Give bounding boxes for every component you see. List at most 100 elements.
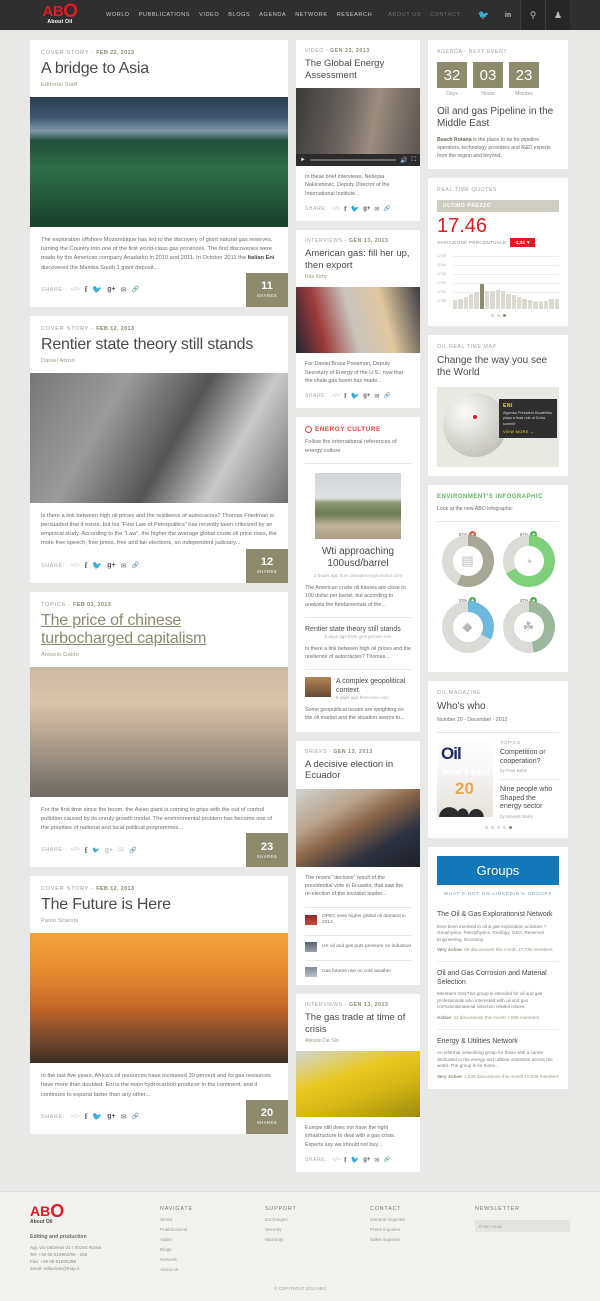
footer-link[interactable]: Warranty — [265, 1237, 370, 1242]
brief-title[interactable]: Gas futures rise on cold weather — [322, 969, 391, 976]
newsletter-input[interactable]: Enter email — [475, 1220, 570, 1233]
footer-logo[interactable]: AB O — [30, 1202, 160, 1220]
embed-code-icon[interactable]: </> — [332, 206, 340, 212]
googleplus-icon[interactable]: g+ — [107, 1113, 115, 1120]
article-card[interactable]: TOPICS - Feb 03, 2013 The price of chine… — [30, 591, 288, 868]
nav-item-network[interactable]: NETWORK — [295, 12, 327, 18]
carousel-dot[interactable] — [502, 825, 506, 829]
group-item[interactable]: Energy & Utilities Network An informal n… — [437, 1028, 559, 1081]
facebook-icon[interactable]: f — [85, 285, 88, 294]
energy-culture-item[interactable]: A complex geopolitical context 9 days ag… — [296, 677, 420, 722]
email-icon[interactable]: ✉ — [374, 206, 379, 213]
group-title[interactable]: The Oil & Gas Explorationist Network — [437, 911, 559, 920]
googleplus-icon[interactable]: g+ — [363, 393, 370, 399]
carousel-dots[interactable] — [437, 825, 559, 829]
embed-code-icon[interactable]: </> — [332, 1157, 340, 1163]
nav-item-agenda[interactable]: AGENDA — [259, 12, 286, 18]
footer-link[interactable]: Network — [160, 1257, 265, 1262]
article-title[interactable]: The price of chinese turbocharged capita… — [41, 612, 277, 648]
embed-code-icon[interactable]: </> — [71, 563, 80, 569]
embed-code-icon[interactable]: </> — [71, 287, 80, 293]
twitter-icon[interactable]: 🐦 — [472, 0, 496, 30]
brief-title[interactable]: OPEC sees higher global oil demand in 20… — [322, 914, 411, 927]
footer-link[interactable]: World — [160, 1217, 265, 1222]
entry-title[interactable]: Competition or cooperation? — [500, 749, 559, 766]
embed-code-icon[interactable]: </> — [71, 1114, 80, 1120]
map-pin-icon[interactable] — [473, 415, 477, 419]
video-progress-track[interactable] — [309, 159, 397, 161]
footer-link[interactable]: Video — [160, 1237, 265, 1242]
twitter-icon[interactable]: 🐦 — [351, 392, 360, 400]
carousel-dot[interactable] — [490, 825, 494, 829]
facebook-icon[interactable]: f — [85, 1112, 88, 1121]
meta-source[interactable]: georgetown.edu — [359, 634, 392, 639]
interview-card[interactable]: INTERVIEWS - Gen 13, 2013 American gas: … — [296, 230, 420, 409]
video-player-controls[interactable]: ► 🔊 ⛶ — [296, 154, 420, 166]
carousel-dot-active[interactable] — [508, 825, 512, 829]
nav-item-research[interactable]: RESEARCH — [337, 12, 372, 18]
facebook-icon[interactable]: f — [344, 392, 346, 400]
facebook-icon[interactable]: f — [344, 205, 346, 213]
play-icon[interactable]: ► — [300, 157, 306, 163]
twitter-icon[interactable]: 🐦 — [92, 1112, 102, 1121]
brief-list-item[interactable]: UK oil and gas puts pressure on industri… — [296, 942, 420, 953]
email-icon[interactable]: ✉ — [121, 1113, 127, 1121]
footer-link[interactable]: Sales inquiries — [370, 1237, 475, 1242]
entry-title[interactable]: Nine people who Shaped the energy sector — [500, 786, 559, 812]
footer-link[interactable]: Exchanges — [265, 1217, 370, 1222]
brief-title[interactable]: UK oil and gas puts pressure on industri… — [322, 944, 411, 951]
footer-link[interactable]: Pubblications — [160, 1227, 265, 1232]
event-title[interactable]: Oil and gas Pipeline in the Middle East — [437, 106, 559, 130]
link-icon[interactable]: 🔗 — [383, 393, 390, 399]
magazine-title[interactable]: Who's who — [437, 701, 559, 713]
footer-link[interactable]: General inquiries — [370, 1217, 475, 1222]
linkedin-icon[interactable]: in — [496, 0, 520, 30]
article-title[interactable]: Rentier state theory still stands — [41, 336, 277, 354]
nav-item-about-us[interactable]: ABOUT US — [388, 12, 421, 18]
twitter-icon[interactable]: 🐦 — [351, 205, 360, 213]
video-thumbnail[interactable] — [296, 88, 420, 154]
googleplus-icon[interactable]: g+ — [105, 847, 113, 854]
meta-source[interactable]: oilandenergyinvestor.com — [350, 573, 402, 578]
googleplus-icon[interactable]: g+ — [107, 562, 115, 569]
group-title[interactable]: Oil and Gas Corrosion and Material Selec… — [437, 970, 559, 987]
facebook-icon[interactable]: f — [85, 561, 88, 570]
nav-item-contact[interactable]: CONTACT — [430, 12, 460, 18]
meta-source[interactable]: time.com — [370, 695, 389, 700]
item-title[interactable]: Rentier state theory still stands — [296, 625, 420, 634]
carousel-dot[interactable] — [496, 825, 500, 829]
card-title[interactable]: American gas: fill her up, then export — [305, 248, 411, 271]
email-icon[interactable]: ✉ — [121, 562, 127, 570]
interview-card[interactable]: INTERVIEWS - Gen 13, 2013 The gas trade … — [296, 994, 420, 1173]
carousel-dot[interactable] — [484, 825, 488, 829]
googleplus-icon[interactable]: g+ — [363, 206, 370, 212]
card-title[interactable]: The Global Energy Assessment — [305, 58, 411, 81]
carousel-dot-active[interactable] — [502, 314, 506, 317]
googleplus-icon[interactable]: g+ — [107, 286, 115, 293]
globe-map[interactable]: ENI Algerian President Bouteflika plays … — [437, 387, 559, 467]
googleplus-icon[interactable]: g+ — [363, 1157, 370, 1163]
item-title[interactable]: A complex geopolitical context — [336, 677, 411, 695]
group-item[interactable]: The Oil & Gas Explorationist Network Eve… — [437, 903, 559, 954]
article-card[interactable]: COVER STORY - Feb 22, 2013 A bridge to A… — [30, 40, 288, 307]
link-icon[interactable]: 🔗 — [132, 286, 139, 293]
volume-icon[interactable]: 🔊 — [400, 157, 407, 164]
quote-tab-label[interactable]: ULTIMO PREZZO — [437, 200, 559, 212]
email-icon[interactable]: ✉ — [118, 846, 124, 854]
nav-item-pubblications[interactable]: PUBBLICATIONS — [139, 12, 191, 18]
email-icon[interactable]: ✉ — [374, 393, 379, 400]
nav-item-world[interactable]: WORLD — [106, 12, 130, 18]
tooltip-view-more-link[interactable]: VIEW MORE → — [503, 430, 553, 434]
link-icon[interactable]: 🔗 — [383, 1157, 390, 1163]
twitter-icon[interactable]: 🐦 — [92, 847, 99, 854]
card-title[interactable]: The gas trade at time of crisis — [305, 1012, 411, 1035]
embed-code-icon[interactable]: </> — [332, 393, 340, 399]
nav-item-video[interactable]: VIDEO — [199, 12, 219, 18]
nav-item-blogs[interactable]: BLOGS — [228, 12, 250, 18]
energy-culture-lead-title[interactable]: Wti approaching 100usd/barrel — [296, 539, 420, 570]
article-card[interactable]: COVER STORY - Feb 12, 2013 The Future is… — [30, 876, 288, 1134]
footer-link[interactable]: Blogs — [160, 1247, 265, 1252]
group-item[interactable]: Oil and Gas Corrosion and Material Selec… — [437, 960, 559, 1022]
link-icon[interactable]: 🔗 — [132, 1113, 139, 1120]
energy-culture-item[interactable]: Rentier state theory still stands 3 days… — [296, 625, 420, 661]
